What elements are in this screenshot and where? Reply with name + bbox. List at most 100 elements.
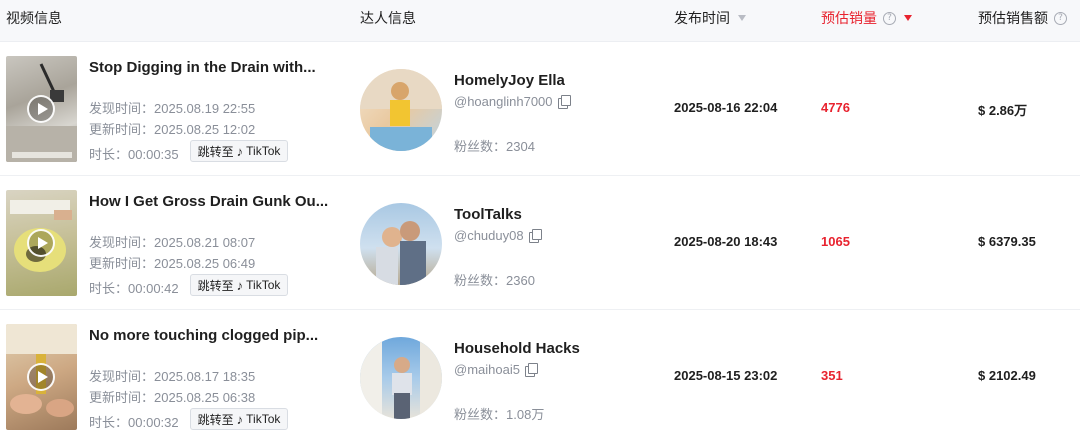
duration: 时长：00:00:32	[89, 412, 179, 431]
copy-icon[interactable]	[557, 95, 571, 109]
header-est-sales[interactable]: 预估销量 ?	[821, 0, 912, 42]
publish-time: 2025-08-15 23:02	[674, 368, 778, 383]
jump-label: 跳转至	[197, 144, 234, 159]
creator-name[interactable]: ToolTalks	[454, 206, 522, 223]
avatar-image	[360, 69, 442, 151]
updated-time: 更新时间：2025.08.25 06:49	[89, 253, 255, 272]
creator-handle-text: @hoanglinh7000	[454, 94, 553, 109]
fans-value: 1.08万	[506, 407, 545, 422]
updated-time: 更新时间：2025.08.25 06:38	[89, 387, 255, 406]
publish-time: 2025-08-16 22:04	[674, 100, 778, 115]
fans-value: 2304	[506, 139, 535, 154]
fans-value: 2360	[506, 273, 535, 288]
updated-time-label: 更新时间：	[89, 122, 155, 137]
duration: 时长：00:00:42	[89, 278, 179, 297]
jump-label: 跳转至	[197, 412, 234, 427]
video-thumbnail[interactable]	[6, 56, 77, 162]
tiktok-icon: ♪	[236, 411, 244, 427]
help-icon[interactable]: ?	[883, 11, 896, 25]
updated-time-label: 更新时间：	[89, 390, 155, 405]
est-revenue: $ 6379.35	[978, 234, 1036, 249]
video-title[interactable]: How I Get Gross Drain Gunk Ou...	[89, 193, 329, 210]
sort-caret-icon[interactable]	[738, 15, 746, 21]
play-icon[interactable]	[27, 229, 55, 257]
updated-time-value: 2025.08.25 06:38	[154, 390, 256, 405]
header-est-revenue-label: 预估销售额	[978, 10, 1048, 26]
creator-handle: @maihoai5	[454, 362, 538, 377]
tiktok-icon: ♪	[236, 143, 244, 159]
creator-handle: @chuduy08	[454, 228, 542, 243]
play-icon[interactable]	[27, 363, 55, 391]
table-row[interactable]: Stop Digging in the Drain with... 发现时间：2…	[0, 42, 1080, 176]
found-time-label: 发现时间：	[89, 101, 155, 116]
jump-to-tiktok-button[interactable]: 跳转至 ♪ TikTok	[190, 140, 288, 162]
copy-icon[interactable]	[528, 229, 542, 243]
tiktok-label: TikTok	[246, 278, 281, 292]
fans-label: 粉丝数：	[454, 407, 507, 422]
updated-time: 更新时间：2025.08.25 12:02	[89, 119, 255, 138]
tiktok-label: TikTok	[246, 412, 281, 426]
video-title[interactable]: No more touching clogged pip...	[89, 327, 329, 344]
copy-icon[interactable]	[524, 363, 538, 377]
creator-handle: @hoanglinh7000	[454, 94, 571, 109]
header-creator-info: 达人信息	[360, 0, 416, 42]
avatar-image	[376, 221, 426, 285]
avatar[interactable]	[360, 203, 442, 285]
sort-desc-icon[interactable]	[904, 15, 912, 21]
updated-time-value: 2025.08.25 06:49	[154, 256, 256, 271]
header-publish-time-label: 发布时间	[674, 10, 730, 26]
tiktok-icon: ♪	[236, 277, 244, 293]
duration-value: 00:00:32	[128, 415, 179, 430]
help-icon[interactable]: ?	[1054, 11, 1067, 25]
creator-handle-text: @chuduy08	[454, 228, 524, 243]
duration-label: 时长：	[89, 415, 129, 430]
header-video-info: 视频信息	[6, 0, 62, 42]
found-time: 发现时间：2025.08.21 08:07	[89, 232, 255, 251]
jump-to-tiktok-button[interactable]: 跳转至 ♪ TikTok	[190, 274, 288, 296]
found-time-value: 2025.08.19 22:55	[154, 101, 256, 116]
updated-time-label: 更新时间：	[89, 256, 155, 271]
jump-to-tiktok-button[interactable]: 跳转至 ♪ TikTok	[190, 408, 288, 430]
creator-name[interactable]: HomelyJoy Ella	[454, 72, 565, 89]
avatar[interactable]	[360, 69, 442, 151]
creator-fans: 粉丝数：2304	[454, 136, 535, 155]
fans-label: 粉丝数：	[454, 139, 507, 154]
jump-label: 跳转至	[197, 278, 234, 293]
est-revenue: $ 2102.49	[978, 368, 1036, 383]
table-header: 视频信息 达人信息 发布时间 预估销量 ? 预估销售额 ?	[0, 0, 1080, 42]
header-video-info-label: 视频信息	[6, 10, 62, 26]
est-revenue: $ 2.86万	[978, 103, 1028, 118]
found-time: 发现时间：2025.08.17 18:35	[89, 366, 255, 385]
creator-fans: 粉丝数：1.08万	[454, 404, 544, 423]
publish-time: 2025-08-20 18:43	[674, 234, 778, 249]
table-row[interactable]: No more touching clogged pip... 发现时间：202…	[0, 310, 1080, 443]
creator-name[interactable]: Household Hacks	[454, 340, 580, 357]
found-time-label: 发现时间：	[89, 369, 155, 384]
video-thumbnail[interactable]	[6, 190, 77, 296]
video-title[interactable]: Stop Digging in the Drain with...	[89, 59, 329, 76]
updated-time-value: 2025.08.25 12:02	[154, 122, 256, 137]
play-icon[interactable]	[27, 95, 55, 123]
found-time-value: 2025.08.17 18:35	[154, 369, 256, 384]
header-est-sales-label: 预估销量	[821, 10, 877, 26]
duration-value: 00:00:35	[128, 147, 179, 162]
found-time-value: 2025.08.21 08:07	[154, 235, 256, 250]
table-row[interactable]: How I Get Gross Drain Gunk Ou... 发现时间：20…	[0, 176, 1080, 310]
est-sales: 1065	[821, 234, 850, 249]
creator-handle-text: @maihoai5	[454, 362, 520, 377]
found-time: 发现时间：2025.08.19 22:55	[89, 98, 255, 117]
header-est-revenue[interactable]: 预估销售额 ?	[978, 0, 1067, 42]
found-time-label: 发现时间：	[89, 235, 155, 250]
duration-label: 时长：	[89, 281, 129, 296]
header-publish-time[interactable]: 发布时间	[674, 0, 746, 42]
est-sales: 4776	[821, 100, 850, 115]
est-sales: 351	[821, 368, 843, 383]
duration-label: 时长：	[89, 147, 129, 162]
video-thumbnail[interactable]	[6, 324, 77, 430]
tiktok-label: TikTok	[246, 144, 281, 158]
duration-value: 00:00:42	[128, 281, 179, 296]
header-creator-info-label: 达人信息	[360, 10, 416, 26]
duration: 时长：00:00:35	[89, 144, 179, 163]
avatar-image	[360, 337, 442, 419]
avatar[interactable]	[360, 337, 442, 419]
